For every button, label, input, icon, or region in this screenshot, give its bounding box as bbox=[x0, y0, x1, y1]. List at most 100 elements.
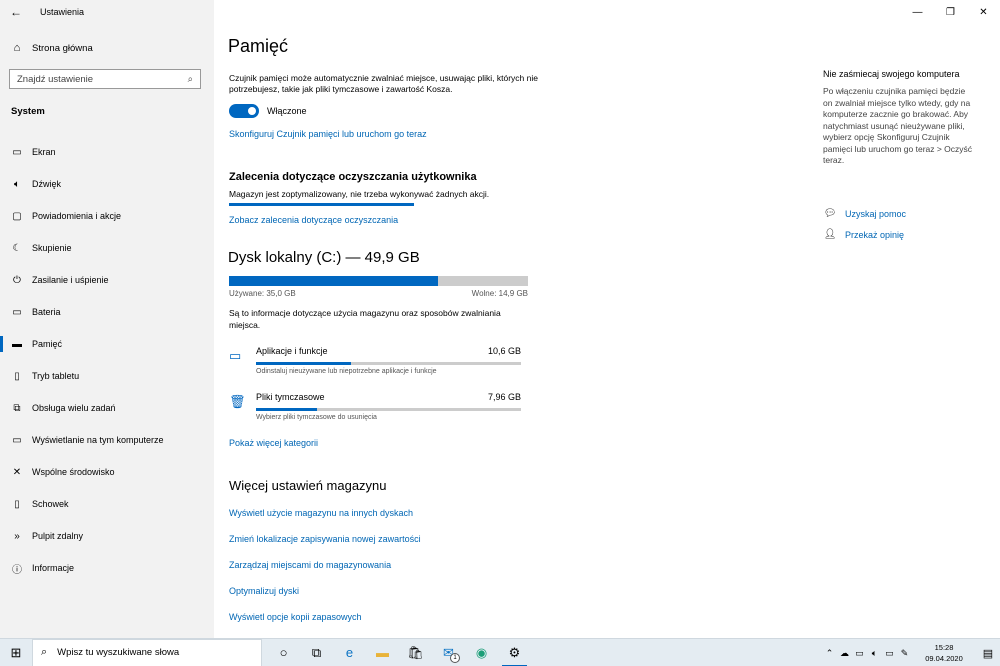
clock[interactable]: 15:28 09.04.2020 bbox=[916, 642, 972, 664]
storage-icon: ▬ bbox=[12, 338, 22, 350]
nav-item-label: Bateria bbox=[32, 307, 61, 317]
nav-item-zasilanie[interactable]: ⏻ Zasilanie i uśpienie bbox=[0, 264, 214, 296]
taskbar-search-placeholder: Wpisz tu wyszukiwane słowa bbox=[57, 647, 180, 658]
nav-item-pulpit-zdalny[interactable]: » Pulpit zdalny bbox=[0, 520, 214, 552]
task-view-icon: ⧉ bbox=[311, 644, 322, 660]
nav-item-label: Wspólne środowisko bbox=[32, 467, 115, 477]
cloud-icon: ☁ bbox=[840, 647, 849, 658]
storage-sense-toggle[interactable] bbox=[229, 104, 259, 118]
volume-tray-button[interactable]: 🔈︎ bbox=[867, 639, 882, 666]
nav-home[interactable]: ⌂ Strona główna bbox=[0, 36, 214, 60]
nav-item-label: Dźwięk bbox=[32, 179, 62, 189]
mail-badge: 1 bbox=[450, 652, 460, 663]
get-help-link[interactable]: 💬︎ Uzyskaj pomoc bbox=[823, 208, 906, 219]
feedback-link[interactable]: 👤︎ Przekaż opinię bbox=[823, 229, 904, 240]
battery-icon: ▭ bbox=[12, 306, 22, 318]
battery-tray-button[interactable]: ▭ bbox=[882, 639, 897, 666]
nav-item-powiadomienia[interactable]: ▢ Powiadomienia i akcje bbox=[0, 200, 214, 232]
show-more-categories-link[interactable]: Pokaż więcej kategorii bbox=[229, 438, 318, 448]
task-view-button[interactable]: ⧉ bbox=[300, 639, 333, 666]
nav-item-wyswietlanie[interactable]: ▭ Wyświetlanie na tym komputerze bbox=[0, 424, 214, 456]
feedback-icon: 👤︎ bbox=[823, 229, 837, 240]
show-hidden-icons-button[interactable]: ⌃ bbox=[822, 639, 837, 666]
notification-icon: ▢ bbox=[12, 210, 22, 222]
nav-item-label: Powiadomienia i akcje bbox=[32, 211, 122, 221]
cortana-icon: ○ bbox=[279, 645, 288, 660]
file-explorer-button[interactable]: ▬ bbox=[366, 639, 399, 666]
nav-item-ekran[interactable]: ▭ Ekran bbox=[0, 136, 214, 168]
chat-help-icon: 💬︎ bbox=[823, 208, 837, 219]
cortana-button[interactable]: ○ bbox=[267, 639, 300, 666]
project-icon: ▭ bbox=[12, 434, 22, 446]
nav-item-label: Ekran bbox=[32, 147, 56, 157]
mail-button[interactable]: ✉ 1 bbox=[432, 639, 465, 666]
nav-item-wiele-zadan[interactable]: ⧉ Obsługa wielu zadań bbox=[0, 392, 214, 424]
category-bar bbox=[256, 408, 521, 411]
category-apps[interactable]: ▭ Aplikacje i funkcje 10,6 GB Odinstaluj… bbox=[229, 346, 521, 378]
network-icon: ▭ bbox=[855, 647, 864, 658]
taskbar-apps: ○ ⧉ e ▬ 🛍︎ ✉ 1 ◉ ⚙ bbox=[267, 639, 531, 666]
disk-info-text: Są to informacje dotyczące użycia magazy… bbox=[229, 308, 501, 330]
minimize-icon: — bbox=[912, 6, 923, 18]
chevron-up-icon: ⌃ bbox=[825, 647, 834, 658]
nav-item-label: Zasilanie i uśpienie bbox=[32, 275, 109, 285]
configure-storage-sense-link[interactable]: Skonfiguruj Czujnik pamięci lub uruchom … bbox=[229, 129, 427, 139]
folder-icon: ▬ bbox=[376, 645, 389, 660]
settings-app-button[interactable]: ⚙ bbox=[498, 639, 531, 666]
taskbar-search-box[interactable]: ⌕ Wpisz tu wyszukiwane słowa bbox=[32, 638, 262, 666]
category-temp-files[interactable]: 🗑︎ Pliki tymczasowe 7,96 GB Wybierz plik… bbox=[229, 392, 521, 424]
category-subtitle: Odinstaluj nieużywane lub niepotrzebne a… bbox=[256, 368, 437, 375]
view-recommendations-link[interactable]: Zobacz zalecenia dotyczące oczyszczania bbox=[229, 215, 398, 225]
search-placeholder: Znajdź ustawienie bbox=[17, 73, 94, 85]
store-button[interactable]: 🛍︎ bbox=[399, 639, 432, 666]
settings-search-input[interactable]: Znajdź ustawienie ⌕ bbox=[9, 69, 201, 89]
taskbar: ⊞ ⌕ Wpisz tu wyszukiwane słowa ○ ⧉ e ▬ 🛍… bbox=[0, 638, 1000, 666]
trash-icon: 🗑︎ bbox=[229, 394, 246, 409]
close-icon: ✕ bbox=[979, 6, 988, 18]
close-button[interactable]: ✕ bbox=[967, 0, 1000, 24]
more-settings-link[interactable]: Wyświetl użycie magazynu na innych dyska… bbox=[229, 508, 413, 518]
category-subtitle: Wybierz pliki tymczasowe do usunięcia bbox=[256, 414, 377, 421]
more-settings-link[interactable]: Zmień lokalizacje zapisywania nowej zawa… bbox=[229, 534, 421, 544]
nav-item-pamiec[interactable]: ▬ Pamięć bbox=[0, 328, 214, 360]
more-settings-link[interactable]: Zarządzaj miejscami do magazynowania bbox=[229, 560, 391, 570]
gear-icon: ⚙ bbox=[508, 644, 521, 660]
minimize-button[interactable]: — bbox=[901, 0, 934, 24]
nav-item-schowek[interactable]: ▯ Schowek bbox=[0, 488, 214, 520]
remote-desktop-icon: » bbox=[14, 530, 20, 542]
nav-item-label: Obsługa wielu zadań bbox=[32, 403, 116, 413]
speaker-icon: 🔈︎ bbox=[871, 647, 878, 658]
network-tray-button[interactable]: ▭ bbox=[852, 639, 867, 666]
navigation-pane: ← Ustawienia ⌂ Strona główna Znajdź usta… bbox=[0, 0, 214, 638]
category-size: 10,6 GB bbox=[487, 346, 521, 356]
nav-item-dzwiek[interactable]: 🔈︎ Dźwięk bbox=[0, 168, 214, 200]
maximize-button[interactable]: ❐ bbox=[934, 0, 967, 24]
title-bar: ← Ustawienia bbox=[0, 0, 214, 24]
nav-item-skupienie[interactable]: ☾ Skupienie bbox=[0, 232, 214, 264]
power-icon: ⏻ bbox=[13, 274, 21, 286]
more-settings-link[interactable]: Wyświetl opcje kopii zapasowych bbox=[229, 612, 361, 622]
nav-item-informacje[interactable]: ⓘ Informacje bbox=[0, 552, 214, 584]
tablet-icon: ▯ bbox=[14, 370, 20, 382]
nav-item-label: Schowek bbox=[32, 499, 69, 509]
storage-sense-description: Czujnik pamięci może automatycznie zwaln… bbox=[229, 73, 538, 94]
back-button[interactable]: ← bbox=[0, 0, 32, 24]
pen-tray-button[interactable]: ✎ bbox=[897, 639, 912, 666]
search-icon: ⌕ bbox=[187, 73, 193, 85]
multitask-icon: ⧉ bbox=[13, 402, 21, 414]
nav-item-bateria[interactable]: ▭ Bateria bbox=[0, 296, 214, 328]
more-settings-link[interactable]: Optymalizuj dyski bbox=[229, 586, 299, 596]
onedrive-tray-button[interactable]: ☁ bbox=[837, 639, 852, 666]
get-help-label: Uzyskaj pomoc bbox=[845, 208, 907, 219]
more-settings-heading: Więcej ustawień magazynu bbox=[229, 478, 387, 493]
clock-date: 09.04.2020 bbox=[925, 654, 963, 663]
nav-item-wspolne[interactable]: ✕ Wspólne środowisko bbox=[0, 456, 214, 488]
start-button[interactable]: ⊞ bbox=[0, 639, 32, 666]
monitor-icon: ▭ bbox=[12, 146, 22, 158]
edge-new-button[interactable]: ◉ bbox=[465, 639, 498, 666]
nav-item-tryb-tabletu[interactable]: ▯ Tryb tabletu bbox=[0, 360, 214, 392]
moon-icon: ☾ bbox=[12, 242, 22, 254]
shared-experience-icon: ✕ bbox=[12, 466, 22, 478]
edge-button[interactable]: e bbox=[333, 639, 366, 666]
action-center-button[interactable]: ▤ bbox=[976, 639, 1000, 666]
